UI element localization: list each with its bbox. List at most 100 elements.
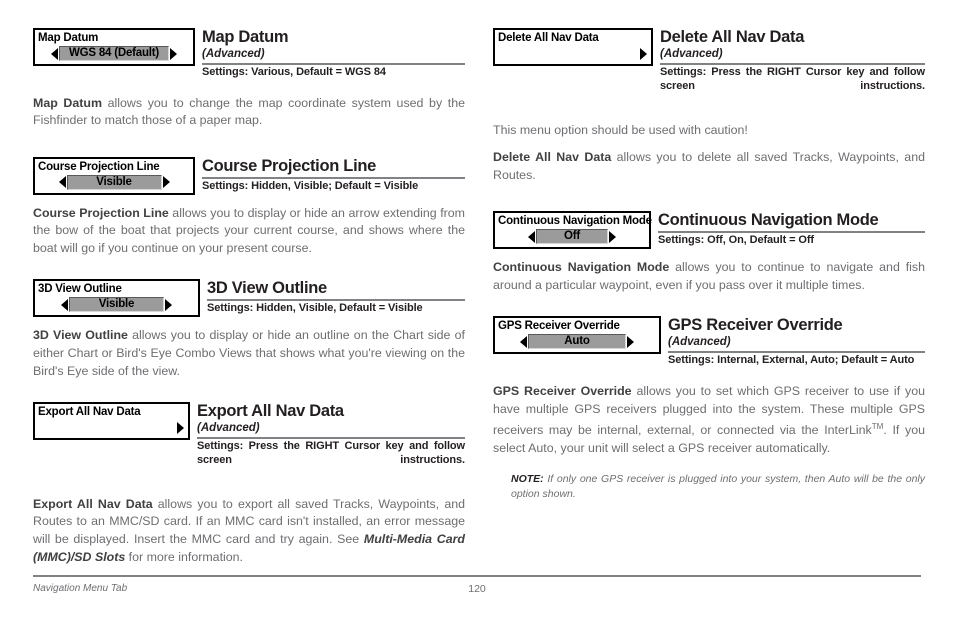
lcd-value-row[interactable]: Auto xyxy=(498,334,656,350)
page-number: 120 xyxy=(468,583,486,595)
lcd-title: GPS Receiver Override xyxy=(498,320,620,333)
lcd-widget-export-all-nav-data[interactable]: Export All Nav Data xyxy=(33,402,190,441)
divider xyxy=(658,231,925,234)
lcd-value-row[interactable]: Off xyxy=(498,229,646,245)
lcd-value[interactable]: Visible xyxy=(69,297,164,313)
heading-stack: Map Datum (Advanced) Settings: Various, … xyxy=(195,28,465,80)
entry-delete-all-nav-data: Delete All Nav Data Delete All Nav Data … xyxy=(493,28,925,107)
paragraph-gps-receiver-override: GPS Receiver Override allows you to set … xyxy=(493,383,925,458)
lcd-title: Export All Nav Data xyxy=(38,406,141,419)
lcd-widget-gps-receiver-override[interactable]: GPS Receiver Override Auto xyxy=(493,316,661,355)
paragraph-lead: 3D View Outline xyxy=(33,328,128,343)
lcd-value[interactable]: Auto xyxy=(528,334,626,350)
lcd-value-row[interactable] xyxy=(498,46,648,61)
lcd-widget-map-datum[interactable]: Map Datum WGS 84 (Default) xyxy=(33,28,195,66)
settings-line: Settings: Various, Default = WGS 84 xyxy=(202,66,386,78)
page-title: GPS Receiver Override xyxy=(668,316,843,335)
lcd-title: Delete All Nav Data xyxy=(498,32,599,44)
divider xyxy=(207,299,465,302)
lcd-title: Map Datum xyxy=(38,32,99,44)
right-arrow-icon[interactable] xyxy=(640,47,647,60)
settings-line: Settings: Internal, External, Auto; Defa… xyxy=(668,354,915,367)
page-title: Export All Nav Data xyxy=(197,402,344,421)
lcd-title: 3D View Outline xyxy=(38,283,122,296)
heading-stack: Course Projection Line Settings: Hidden,… xyxy=(195,157,465,194)
heading-stack: 3D View Outline Settings: Hidden, Visibl… xyxy=(200,279,465,316)
divider xyxy=(660,63,925,65)
caution-text: This menu option should be used with cau… xyxy=(493,122,748,137)
paragraph-map-datum: Map Datum allows you to change the map c… xyxy=(33,95,465,130)
lcd-value[interactable]: WGS 84 (Default) xyxy=(59,46,169,61)
entry-gps-receiver-override: GPS Receiver Override Auto GPS Receiver … xyxy=(493,316,925,368)
heading-stack: Delete All Nav Data (Advanced) Settings:… xyxy=(653,28,925,107)
divider xyxy=(202,176,465,179)
entry-3d-view-outline: 3D View Outline Visible 3D View Outline … xyxy=(33,279,465,318)
lcd-value-row[interactable] xyxy=(38,420,185,435)
lcd-value[interactable]: Visible xyxy=(66,174,162,190)
paragraph-lead: Export All Nav Data xyxy=(33,496,153,511)
lcd-widget-continuous-navigation-mode[interactable]: Continuous Navigation Mode Off xyxy=(493,211,652,250)
left-arrow-icon[interactable] xyxy=(520,335,527,348)
advanced-label: (Advanced) xyxy=(202,48,265,60)
right-arrow-icon[interactable] xyxy=(177,421,184,434)
paragraph-lead: Continuous Navigation Mode xyxy=(493,260,670,275)
lcd-value-row[interactable]: Visible xyxy=(38,297,195,313)
right-arrow-icon[interactable] xyxy=(627,335,634,348)
right-arrow-icon[interactable] xyxy=(162,176,170,189)
entry-map-datum: Map Datum WGS 84 (Default) Map Datum (Ad… xyxy=(33,28,465,80)
entry-continuous-navigation-mode: Continuous Navigation Mode Off Continuou… xyxy=(493,211,925,250)
heading-stack: Continuous Navigation Mode Settings: Off… xyxy=(651,211,925,248)
right-arrow-icon[interactable] xyxy=(609,230,616,243)
left-arrow-icon[interactable] xyxy=(58,176,66,189)
advanced-label: (Advanced) xyxy=(668,336,731,349)
entry-course-projection-line: Course Projection Line Visible Course Pr… xyxy=(33,156,465,195)
lcd-value-row[interactable]: WGS 84 (Default) xyxy=(38,46,190,61)
lcd-widget-delete-all-nav-data[interactable]: Delete All Nav Data xyxy=(493,28,653,66)
page-title: Map Datum xyxy=(202,28,289,46)
paragraph-lead: Delete All Nav Data xyxy=(493,150,612,165)
paragraph-lead: Course Projection Line xyxy=(33,205,169,220)
right-arrow-icon[interactable] xyxy=(165,298,172,311)
left-column: Map Datum WGS 84 (Default) Map Datum (Ad… xyxy=(33,28,465,566)
heading-stack: Export All Nav Data (Advanced) Settings:… xyxy=(190,402,465,481)
left-arrow-icon[interactable] xyxy=(61,298,68,311)
lcd-widget-course-projection-line[interactable]: Course Projection Line Visible xyxy=(33,156,195,195)
note-label: NOTE: xyxy=(511,473,544,486)
note-block: NOTE: If only one GPS receiver is plugge… xyxy=(511,472,925,502)
entry-export-all-nav-data: Export All Nav Data Export All Nav Data … xyxy=(33,402,465,481)
divider xyxy=(197,437,465,440)
lcd-widget-3d-view-outline[interactable]: 3D View Outline Visible xyxy=(33,279,200,318)
right-column: Delete All Nav Data Delete All Nav Data … xyxy=(493,28,925,502)
settings-line: Settings: Press the RIGHT Cursor key and… xyxy=(197,440,465,466)
paragraph-rest-2: for more information. xyxy=(125,549,243,564)
page-title: Delete All Nav Data xyxy=(660,28,805,46)
footer-divider xyxy=(33,575,921,577)
divider xyxy=(202,63,465,65)
paragraph-lead: GPS Receiver Override xyxy=(493,383,632,398)
left-arrow-icon[interactable] xyxy=(528,230,535,243)
left-arrow-icon[interactable] xyxy=(51,47,58,60)
right-arrow-icon[interactable] xyxy=(170,47,177,60)
lcd-value-row[interactable]: Visible xyxy=(38,174,190,190)
manual-page: Map Datum WGS 84 (Default) Map Datum (Ad… xyxy=(0,0,954,618)
settings-line: Settings: Press the RIGHT Cursor key and… xyxy=(660,66,925,92)
lcd-value[interactable]: Off xyxy=(536,229,608,245)
lcd-title: Course Projection Line xyxy=(38,160,160,173)
note-text: If only one GPS receiver is plugged into… xyxy=(511,473,925,501)
page-title: 3D View Outline xyxy=(207,279,327,298)
paragraph-3d-view-outline: 3D View Outline allows you to display or… xyxy=(33,327,465,380)
heading-stack: GPS Receiver Override (Advanced) Setting… xyxy=(661,316,925,368)
paragraph-delete-all-nav-data: Delete All Nav Data allows you to delete… xyxy=(493,149,925,184)
